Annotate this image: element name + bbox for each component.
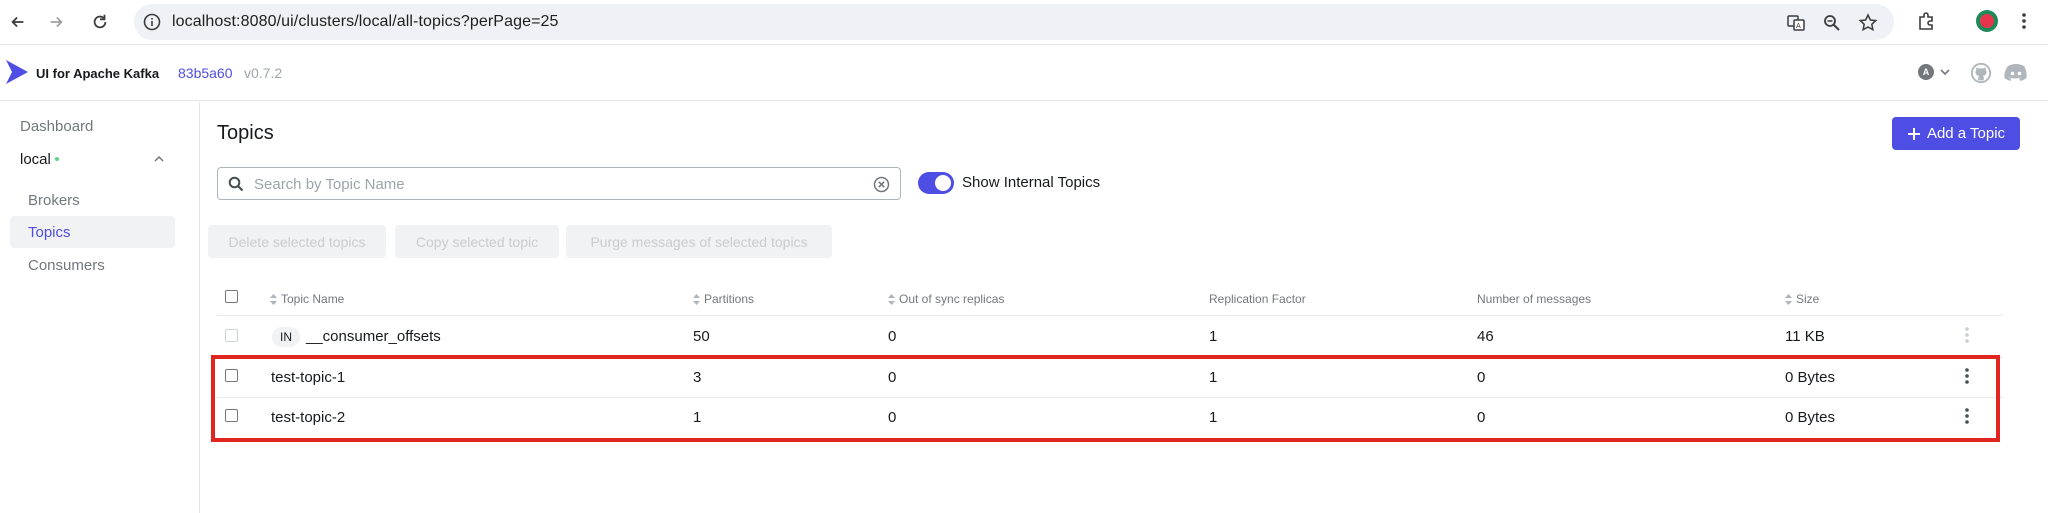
column-header-replication-factor: Replication Factor xyxy=(1209,292,1306,306)
sort-icon xyxy=(270,293,277,305)
replication-cell: 1 xyxy=(1209,328,1218,345)
column-label: Out of sync replicas xyxy=(899,292,1005,306)
cluster-name: local xyxy=(20,150,51,168)
extensions-button[interactable] xyxy=(1914,9,1938,33)
discord-icon[interactable] xyxy=(2004,62,2028,84)
column-label: Number of messages xyxy=(1477,292,1592,306)
show-internal-topics-label: Show Internal Topics xyxy=(962,174,1101,191)
sidebar-item-label: Dashboard xyxy=(20,117,94,135)
add-topic-button[interactable]: Add a Topic xyxy=(1892,117,2020,150)
profile-avatar[interactable] xyxy=(1975,9,1999,33)
show-internal-topics-toggle[interactable] xyxy=(918,172,954,194)
internal-badge: IN xyxy=(272,327,300,347)
bookmark-star-icon[interactable] xyxy=(1858,13,1878,33)
cluster-status-dot xyxy=(54,157,59,161)
brand-name[interactable]: UI for Apache Kafka xyxy=(36,66,159,81)
sort-icon xyxy=(693,293,700,305)
chevron-down-icon xyxy=(1940,69,1950,76)
chevron-up-icon[interactable] xyxy=(153,153,165,165)
row-checkbox xyxy=(225,329,238,342)
column-label: Replication Factor xyxy=(1209,292,1306,306)
column-header-partitions[interactable]: Partitions xyxy=(693,292,754,306)
add-topic-label: Add a Topic xyxy=(1926,125,2006,142)
sort-icon xyxy=(888,293,895,305)
search-box xyxy=(217,167,901,200)
arrow-left-icon xyxy=(11,16,24,28)
sidebar-item-topics[interactable]: Topics xyxy=(10,216,175,248)
delete-selected-topics-button[interactable]: Delete selected topics xyxy=(208,225,386,258)
copy-selected-topic-button[interactable]: Copy selected topic xyxy=(395,225,559,258)
sidebar-item-label: Brokers xyxy=(28,191,80,209)
forward-button[interactable] xyxy=(42,8,70,36)
sidebar-item-dashboard[interactable]: Dashboard xyxy=(10,110,175,142)
address-bar[interactable]: localhost:8080/ui/clusters/local/all-top… xyxy=(134,4,1894,40)
sidebar-cluster-local[interactable]: local xyxy=(10,143,175,175)
column-header-topic-name[interactable]: Topic Name xyxy=(270,292,344,306)
column-label: Partitions xyxy=(704,292,755,306)
svg-text:A: A xyxy=(1796,22,1801,30)
reload-button[interactable] xyxy=(86,8,114,36)
out-of-sync-cell: 0 xyxy=(888,328,897,345)
page-title: Topics xyxy=(217,122,274,144)
column-label: Topic Name xyxy=(281,292,345,306)
more-vertical-icon xyxy=(2022,13,2026,29)
highlight-box xyxy=(211,355,2000,442)
puzzle-icon xyxy=(1919,12,1933,30)
column-label: Size xyxy=(1796,292,1820,306)
github-icon[interactable] xyxy=(1970,62,1992,84)
size-cell: 11 KB xyxy=(1785,328,1825,345)
sidebar-item-label: Topics xyxy=(28,223,71,241)
browser-toolbar: localhost:8080/ui/clusters/local/all-top… xyxy=(0,0,2048,45)
search-input[interactable] xyxy=(254,174,854,194)
version-label: v0.7.2 xyxy=(244,65,283,81)
row-divider xyxy=(217,315,2003,316)
plus-icon xyxy=(1907,127,1920,140)
app-header: UI for Apache Kafka 83b5a60 v0.7.2 A xyxy=(0,46,2048,101)
sidebar: Dashboard local Brokers Topics Consumers xyxy=(0,102,200,513)
commit-link[interactable]: 83b5a60 xyxy=(178,65,233,81)
clear-search-icon[interactable] xyxy=(873,176,890,193)
kafka-ui-logo-icon[interactable] xyxy=(4,58,30,86)
reload-icon xyxy=(93,14,107,29)
url-text: localhost:8080/ui/clusters/local/all-top… xyxy=(172,13,559,30)
column-header-number-of-messages: Number of messages xyxy=(1477,292,1591,306)
column-header-size[interactable]: Size xyxy=(1785,292,1819,306)
sidebar-item-brokers[interactable]: Brokers xyxy=(10,184,175,216)
sort-icon xyxy=(1785,293,1792,305)
back-button[interactable] xyxy=(4,8,32,36)
sidebar-item-label: Consumers xyxy=(28,256,105,274)
user-avatar: A xyxy=(1918,64,1934,80)
messages-cell: 46 xyxy=(1477,328,1494,345)
sidebar-item-consumers[interactable]: Consumers xyxy=(10,249,175,281)
purge-messages-button[interactable]: Purge messages of selected topics xyxy=(566,225,832,258)
arrow-right-icon xyxy=(50,16,63,28)
profile-icon xyxy=(1976,10,1998,32)
translate-icon[interactable]: A xyxy=(1786,13,1806,33)
partitions-cell: 50 xyxy=(693,328,710,345)
column-header-out-of-sync[interactable]: Out of sync replicas xyxy=(888,292,1004,306)
user-menu[interactable]: A xyxy=(1918,64,1950,80)
topic-name-link[interactable]: __consumer_offsets xyxy=(306,328,441,345)
row-actions-icon xyxy=(1965,327,1969,343)
zoom-icon[interactable] xyxy=(1822,13,1842,33)
info-icon[interactable] xyxy=(142,12,162,32)
browser-menu-button[interactable] xyxy=(2012,9,2036,33)
select-all-checkbox[interactable] xyxy=(225,290,238,303)
search-icon xyxy=(228,176,244,192)
